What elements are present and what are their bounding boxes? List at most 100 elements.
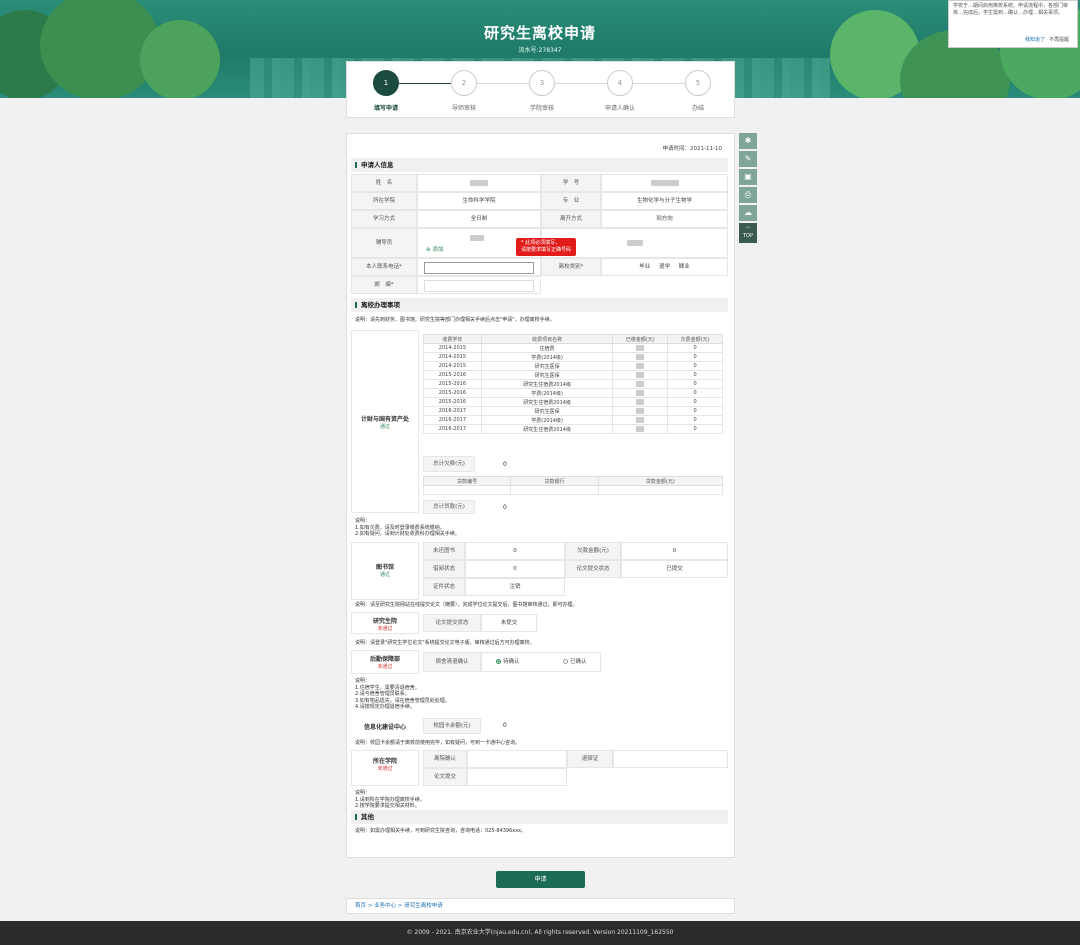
fee-paid bbox=[612, 343, 669, 353]
fee-arrears: 0 bbox=[667, 352, 723, 362]
postcode-input[interactable] bbox=[424, 280, 534, 292]
thesis-value: 已提交 bbox=[621, 560, 728, 578]
name-value bbox=[417, 174, 541, 192]
breadcrumb[interactable]: 首页 > 业务中心 > 研究生离校申请 bbox=[346, 898, 735, 914]
logistics-status: 未通过 bbox=[377, 664, 393, 670]
total-arrears-label: 总计欠费(元) bbox=[423, 456, 475, 472]
step-connector bbox=[477, 83, 529, 84]
fee-arrears: 0 bbox=[667, 415, 723, 425]
submit-button[interactable]: 申请 bbox=[496, 871, 585, 888]
college-confirm-label: 离院确认 bbox=[423, 750, 467, 768]
radio-confirmed[interactable] bbox=[563, 659, 569, 664]
library-dept: 图书馆 通过 bbox=[351, 562, 419, 578]
phone-cell bbox=[417, 258, 541, 276]
logistics-dept: 后勤保障部 未通过 bbox=[351, 654, 419, 670]
fee-col: 收费项目名称 bbox=[480, 334, 614, 344]
fee-arrears: 0 bbox=[667, 370, 723, 380]
id-value bbox=[601, 174, 728, 192]
reason-label: 离校类别* bbox=[541, 258, 601, 276]
college-dept: 所在学院 未通过 bbox=[351, 756, 419, 772]
reason-withdraw[interactable]: 退学 bbox=[659, 264, 670, 270]
add-tutor-link[interactable]: ⊕ 添加 bbox=[426, 245, 443, 253]
print-icon[interactable]: ⎙ bbox=[739, 187, 757, 203]
back-to-top-button[interactable]: ︿ TOP bbox=[739, 223, 757, 243]
fee-paid bbox=[612, 379, 669, 389]
college-note: 说明： 1.请到所在学院办理离校手续。 2.按学院要求提交相关材料。 bbox=[355, 790, 425, 809]
reason-options[interactable]: 毕业 退学 肄业 bbox=[601, 258, 728, 276]
card-balance-value: 0 bbox=[503, 722, 507, 729]
phone-input[interactable] bbox=[424, 262, 534, 274]
fee-paid bbox=[612, 406, 669, 416]
fee-arrears: 0 bbox=[667, 406, 723, 416]
fee-year: 2016-2017 bbox=[423, 424, 482, 434]
radio-pending-label: 待确认 bbox=[503, 659, 520, 665]
matters-note: 说明：请先到财务、图书馆、研究生院等部门办理相关手续后点击"申请"，办理离校手续… bbox=[355, 317, 555, 323]
fee-row: 2015-2016 研究生医保 0 bbox=[423, 370, 723, 380]
loan-col: 贷款编号 bbox=[422, 476, 512, 486]
section-matters: 离校办理事项 bbox=[351, 298, 728, 312]
overdue-label: 借阅状态 bbox=[423, 560, 465, 578]
fee-item: 学费(2014级) bbox=[480, 415, 614, 425]
thesis-label: 论文提交状态 bbox=[565, 560, 621, 578]
loan-col: 贷款银行 bbox=[510, 476, 599, 486]
fee-item: 研究生医保 bbox=[480, 406, 614, 416]
fee-arrears: 0 bbox=[667, 343, 723, 353]
fee-row: 2016-2017 研究生医保 0 bbox=[423, 406, 723, 416]
fee-col: 欠费金额(元) bbox=[667, 334, 723, 344]
reason-graduate[interactable]: 毕业 bbox=[639, 264, 650, 270]
fee-year: 2015-2016 bbox=[423, 379, 482, 389]
fee-arrears: 0 bbox=[667, 361, 723, 371]
card-balance-label: 校园卡余额(元) bbox=[423, 718, 481, 734]
fee-paid bbox=[612, 388, 669, 398]
total-loan-value: 0 bbox=[503, 504, 507, 511]
college-status: 未通过 bbox=[377, 766, 393, 772]
notice-text: 学校于…期间启用离校系统。申请流程中，各部门审核…完成后，学生需到…确认…办理…… bbox=[953, 3, 1069, 16]
fee-row: 2016-2017 学费(2014级) 0 bbox=[423, 415, 723, 425]
fee-row: 2016-2017 研究生住宿费2014级 0 bbox=[423, 424, 723, 434]
finance-note: 说明： 1.如有欠费，请及时登录缴费系统缴纳。 2.如有疑问，请到计财处收费科办… bbox=[355, 518, 460, 537]
cloud-download-icon[interactable]: ☁ bbox=[739, 205, 757, 221]
fee-item: 研究生住宿费2014级 bbox=[480, 379, 614, 389]
logistics-note: 说明： 1.住宿学生，需要清退宿舍。 2.请与宿舍管理员联系。 3.如有物品遗失… bbox=[355, 678, 450, 710]
postcode-label: 邮 编* bbox=[351, 276, 417, 294]
fee-row: 2014-2015 住宿费 0 bbox=[423, 343, 723, 353]
major-value: 生物化学与分子生物学 bbox=[601, 192, 728, 210]
page-footer: © 2009 - 2021. 南京农业大学(njau.edu.cn), All … bbox=[0, 921, 1080, 945]
application-form: 申请时间：2021-11-10 申请人信息 姓 名 学 号 所在学院 生命科学学… bbox=[346, 133, 735, 858]
remind-later-link[interactable]: 我知道了 bbox=[1025, 37, 1045, 43]
fee-item: 学费(2014级) bbox=[480, 388, 614, 398]
borrow-value: 0 bbox=[465, 542, 565, 560]
grad-note: 说明：请登录"研究生学位论文"系统提交论文电子版，审核通过后方可办理离校。 bbox=[355, 640, 535, 646]
step-label-4: 申请人确认 bbox=[604, 105, 635, 112]
fee-year: 2016-2017 bbox=[423, 406, 482, 416]
fee-item: 住宿费 bbox=[480, 343, 614, 353]
name-label: 姓 名 bbox=[351, 174, 417, 192]
college-label: 所在学院 bbox=[351, 192, 417, 210]
fine-value: 0 bbox=[621, 542, 728, 560]
overdue-value: 0 bbox=[465, 560, 565, 578]
loan-col: 贷款金额(元) bbox=[597, 476, 724, 486]
fee-paid bbox=[612, 397, 669, 407]
fee-arrears: 0 bbox=[667, 379, 723, 389]
radio-pending[interactable] bbox=[496, 659, 501, 664]
fee-row: 2015-2016 研究生住宿费2014级 0 bbox=[423, 397, 723, 407]
id-label: 学 号 bbox=[541, 174, 601, 192]
reason-incomplete[interactable]: 肄业 bbox=[679, 264, 690, 270]
borrow-label: 未还图书 bbox=[423, 542, 465, 560]
progress-stepper: 1 2 3 4 5 填写申请 导师审核 学院审核 申请人确认 办结 bbox=[346, 61, 735, 118]
loan-table: 贷款编号 贷款银行 贷款金额(元) bbox=[422, 476, 724, 495]
college-confirm-value bbox=[467, 750, 567, 768]
bug-icon[interactable]: ✱ bbox=[739, 133, 757, 149]
dorm-options[interactable]: 待确认 已确认 bbox=[481, 652, 601, 672]
fee-paid bbox=[612, 370, 669, 380]
fee-table: 收费学年 收费项目名称 已缴金额(元) 欠费金额(元) 2014-2015 住宿费… bbox=[423, 334, 723, 434]
fee-paid bbox=[612, 415, 669, 425]
fine-label: 欠款金额(元) bbox=[565, 542, 621, 560]
phone-error-tooltip: * 此项必须填写， 请按要求填写正确号码 bbox=[516, 238, 577, 256]
step-label-5: 办结 bbox=[691, 105, 704, 112]
fee-item: 研究生住宿费2014级 bbox=[480, 424, 614, 434]
edit-icon[interactable]: ✎ bbox=[739, 151, 757, 167]
total-arrears-value: 0 bbox=[503, 461, 507, 468]
no-remind-checkbox[interactable]: 不再提醒 bbox=[1049, 37, 1069, 43]
save-icon[interactable]: ▣ bbox=[739, 169, 757, 185]
